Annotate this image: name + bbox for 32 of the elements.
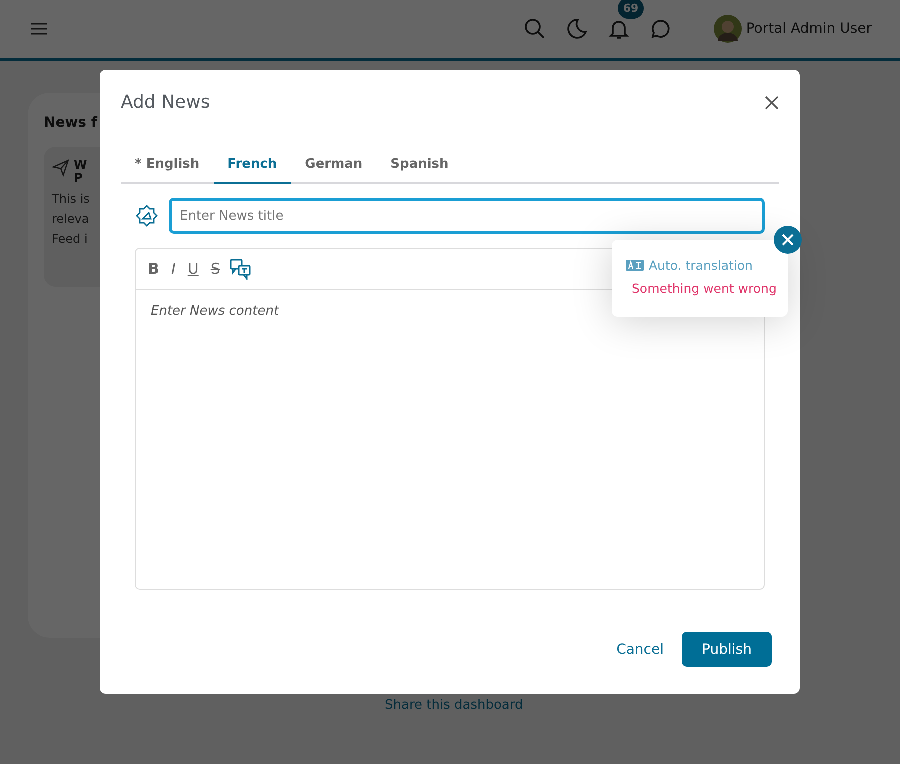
item-text: releva — [52, 211, 90, 228]
close-icon[interactable] — [765, 96, 779, 110]
paper-plane-icon — [52, 159, 70, 177]
dialog-title: Add News — [121, 92, 210, 113]
language-tab[interactable]: * English — [121, 149, 214, 184]
strikethrough-button[interactable]: S — [208, 260, 222, 278]
bold-button[interactable]: B — [146, 260, 162, 278]
item-title: P — [74, 172, 83, 185]
translation-icon — [626, 260, 644, 271]
title-field[interactable]: Enter News title — [169, 198, 765, 234]
item-title: W — [74, 159, 88, 172]
menu-icon[interactable] — [30, 22, 48, 36]
search-icon[interactable] — [524, 18, 546, 40]
cancel-button[interactable]: Cancel — [610, 640, 670, 658]
italic-button[interactable]: I — [169, 260, 178, 278]
close-icon[interactable] — [774, 226, 802, 254]
chat-icon[interactable] — [650, 18, 672, 40]
user-name[interactable]: Portal Admin User — [746, 21, 872, 37]
item-text: This is — [52, 191, 90, 208]
avatar-icon[interactable] — [714, 15, 742, 43]
language-tab[interactable]: Spanish — [376, 149, 463, 184]
language-tab[interactable]: German — [291, 149, 377, 184]
underline-button[interactable]: U — [186, 260, 201, 278]
popup-title: Auto. translation — [649, 258, 753, 273]
item-text: Feed i — [52, 231, 88, 248]
moon-icon[interactable] — [566, 18, 588, 40]
notification-badge: 69 — [618, 0, 644, 19]
language-tab[interactable]: French — [214, 149, 292, 184]
publish-button[interactable]: Publish — [682, 632, 772, 667]
bell-icon[interactable] — [608, 18, 630, 40]
card-title: News f — [44, 115, 98, 131]
translate-icon[interactable] — [230, 258, 252, 280]
